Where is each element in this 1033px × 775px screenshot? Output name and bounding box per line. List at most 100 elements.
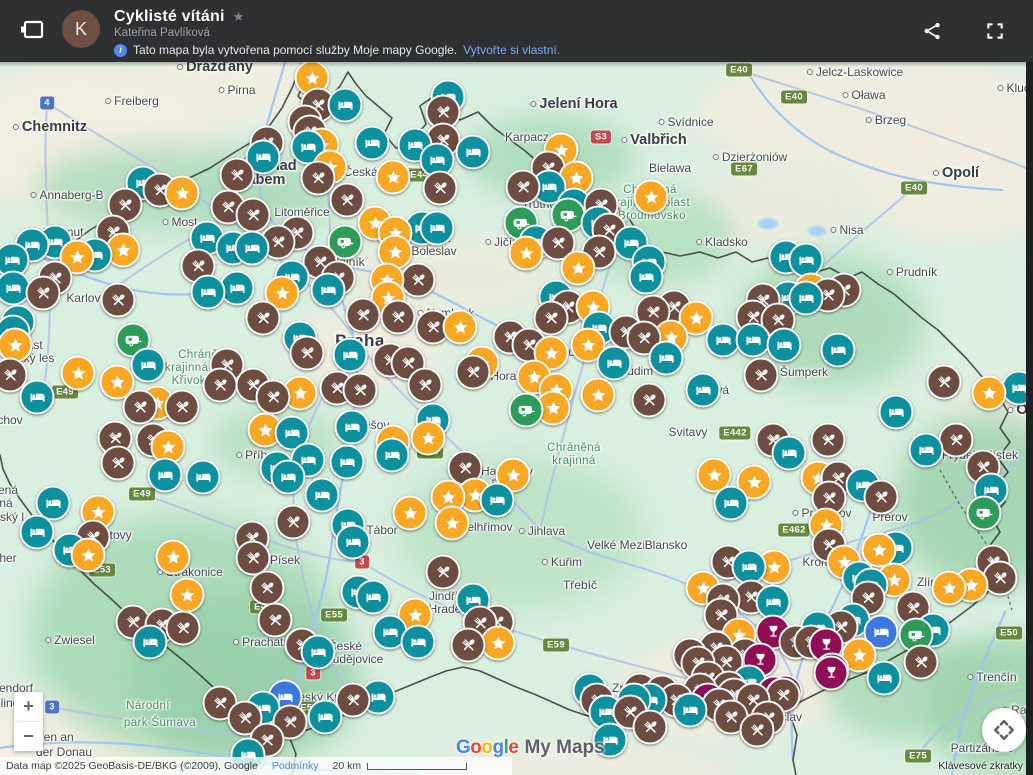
- map-marker-restaurant[interactable]: [864, 480, 899, 515]
- map-marker-attraction[interactable]: [581, 378, 616, 413]
- map-marker-restaurant[interactable]: [939, 423, 974, 458]
- map-marker-restaurant[interactable]: [506, 170, 541, 205]
- map-marker-lodging[interactable]: [333, 338, 368, 373]
- map-marker-restaurant[interactable]: [456, 355, 491, 390]
- map-marker-lodging[interactable]: [235, 231, 270, 266]
- map-marker-lodging[interactable]: [879, 395, 914, 430]
- map-marker-restaurant[interactable]: [220, 158, 255, 193]
- create-own-map-link[interactable]: Vytvořte si vlastní.: [463, 43, 560, 57]
- map-marker-lodging[interactable]: [401, 625, 436, 660]
- google-my-maps-logo[interactable]: GoogleMy Maps: [456, 737, 605, 759]
- map-marker-attraction[interactable]: [443, 310, 478, 345]
- map-marker-attraction[interactable]: [634, 180, 669, 215]
- map-marker-lodging[interactable]: [480, 483, 515, 518]
- map-marker-lodging[interactable]: [335, 410, 370, 445]
- map-marker-lodging[interactable]: [330, 445, 365, 480]
- map-marker-lodging[interactable]: [356, 580, 391, 615]
- map-marker-lodging[interactable]: [649, 341, 684, 376]
- map-marker-restaurant[interactable]: [256, 380, 291, 415]
- map-marker-camping[interactable]: [509, 393, 544, 428]
- map-marker-lodging[interactable]: [133, 625, 168, 660]
- map-marker-lodging[interactable]: [767, 328, 802, 363]
- map-marker-restaurant[interactable]: [983, 561, 1018, 596]
- map-marker-lodging[interactable]: [673, 693, 708, 728]
- map-marker-restaurant[interactable]: [633, 710, 668, 745]
- map-marker-lodging[interactable]: [736, 323, 771, 358]
- map-marker-lodging[interactable]: [336, 525, 371, 560]
- map-marker-lodging[interactable]: [131, 348, 166, 383]
- map-marker-restaurant[interactable]: [166, 611, 201, 646]
- map-marker-restaurant[interactable]: [165, 390, 200, 425]
- map-marker-lodging[interactable]: [355, 126, 390, 161]
- map-marker-lodging[interactable]: [821, 333, 856, 368]
- map-marker-restaurant[interactable]: [290, 336, 325, 371]
- map-marker-restaurant[interactable]: [346, 298, 381, 333]
- map-marker-restaurant[interactable]: [451, 628, 486, 663]
- map-marker-restaurant[interactable]: [744, 358, 779, 393]
- map-marker-restaurant[interactable]: [632, 383, 667, 418]
- keyboard-shortcuts-link[interactable]: Klávesové zkratky: [938, 760, 1023, 772]
- map-marker-attraction[interactable]: [156, 540, 191, 575]
- map-marker-restaurant[interactable]: [426, 555, 461, 590]
- map-marker-lodging[interactable]: [191, 275, 226, 310]
- map-marker-attraction[interactable]: [972, 376, 1007, 411]
- map-marker-lodging[interactable]: [271, 460, 306, 495]
- map-marker-lodging[interactable]: [328, 88, 363, 123]
- avatar[interactable]: K: [62, 10, 100, 48]
- scrollbar-strip[interactable]: [1026, 62, 1033, 775]
- map-marker-lodging[interactable]: [456, 135, 491, 170]
- map-marker-lodging[interactable]: [20, 515, 55, 550]
- map-marker-attraction[interactable]: [509, 236, 544, 271]
- map-marker-attraction[interactable]: [411, 421, 446, 456]
- map-marker-restaurant[interactable]: [203, 368, 238, 403]
- map-marker-restaurant[interactable]: [301, 161, 336, 196]
- map-marker-restaurant[interactable]: [276, 505, 311, 540]
- map-canvas[interactable]: DrážďanyPirnaFreibergChemnitzJelení Hora…: [0, 62, 1033, 775]
- map-marker-restaurant[interactable]: [381, 300, 416, 335]
- map-marker-attraction[interactable]: [165, 176, 200, 211]
- map-marker-restaurant[interactable]: [123, 390, 158, 425]
- map-marker-lodging[interactable]: [186, 460, 221, 495]
- map-marker-lodging[interactable]: [420, 211, 455, 246]
- zoom-in-button[interactable]: +: [14, 692, 43, 721]
- pan-control[interactable]: [982, 708, 1026, 752]
- map-marker-restaurant[interactable]: [343, 373, 378, 408]
- map-marker-lodging[interactable]: [686, 373, 721, 408]
- map-marker-restaurant[interactable]: [246, 301, 281, 336]
- map-marker-lodging[interactable]: [148, 458, 183, 493]
- map-marker-camping[interactable]: [967, 496, 1002, 531]
- map-marker-lodging[interactable]: [311, 273, 346, 308]
- favorite-star-icon[interactable]: ★: [233, 9, 245, 25]
- map-marker-restaurant[interactable]: [236, 198, 271, 233]
- map-marker-lodging[interactable]: [305, 478, 340, 513]
- map-marker-lodging[interactable]: [714, 486, 749, 521]
- map-marker-restaurant[interactable]: [927, 365, 962, 400]
- map-marker-attraction[interactable]: [376, 160, 411, 195]
- map-marker-attraction[interactable]: [61, 356, 96, 391]
- map-marker-attraction[interactable]: [561, 251, 596, 286]
- map-marker-lodging[interactable]: [308, 700, 343, 735]
- map-marker-lodging[interactable]: [20, 380, 55, 415]
- map-marker-attraction[interactable]: [71, 538, 106, 573]
- map-marker-winery[interactable]: [814, 656, 849, 691]
- map-marker-restaurant[interactable]: [101, 283, 136, 318]
- map-marker-restaurant[interactable]: [26, 276, 61, 311]
- map-marker-restaurant[interactable]: [401, 263, 436, 298]
- side-panel-toggle-button[interactable]: [18, 18, 46, 44]
- map-marker-attraction[interactable]: [170, 578, 205, 613]
- zoom-out-button[interactable]: −: [14, 722, 43, 751]
- map-marker-lodging[interactable]: [909, 433, 944, 468]
- map-marker-restaurant[interactable]: [740, 713, 775, 748]
- map-marker-restaurant[interactable]: [408, 368, 443, 403]
- map-marker-restaurant[interactable]: [904, 645, 939, 680]
- map-marker-lodging[interactable]: [772, 436, 807, 471]
- map-marker-restaurant[interactable]: [811, 423, 846, 458]
- map-marker-lodging[interactable]: [375, 438, 410, 473]
- map-marker-restaurant[interactable]: [250, 571, 285, 606]
- map-marker-attraction[interactable]: [932, 571, 967, 606]
- map-marker-restaurant[interactable]: [258, 603, 293, 638]
- map-marker-restaurant[interactable]: [330, 183, 365, 218]
- map-marker-attraction[interactable]: [435, 506, 470, 541]
- fullscreen-button[interactable]: [985, 21, 1005, 44]
- map-marker-attraction[interactable]: [393, 496, 428, 531]
